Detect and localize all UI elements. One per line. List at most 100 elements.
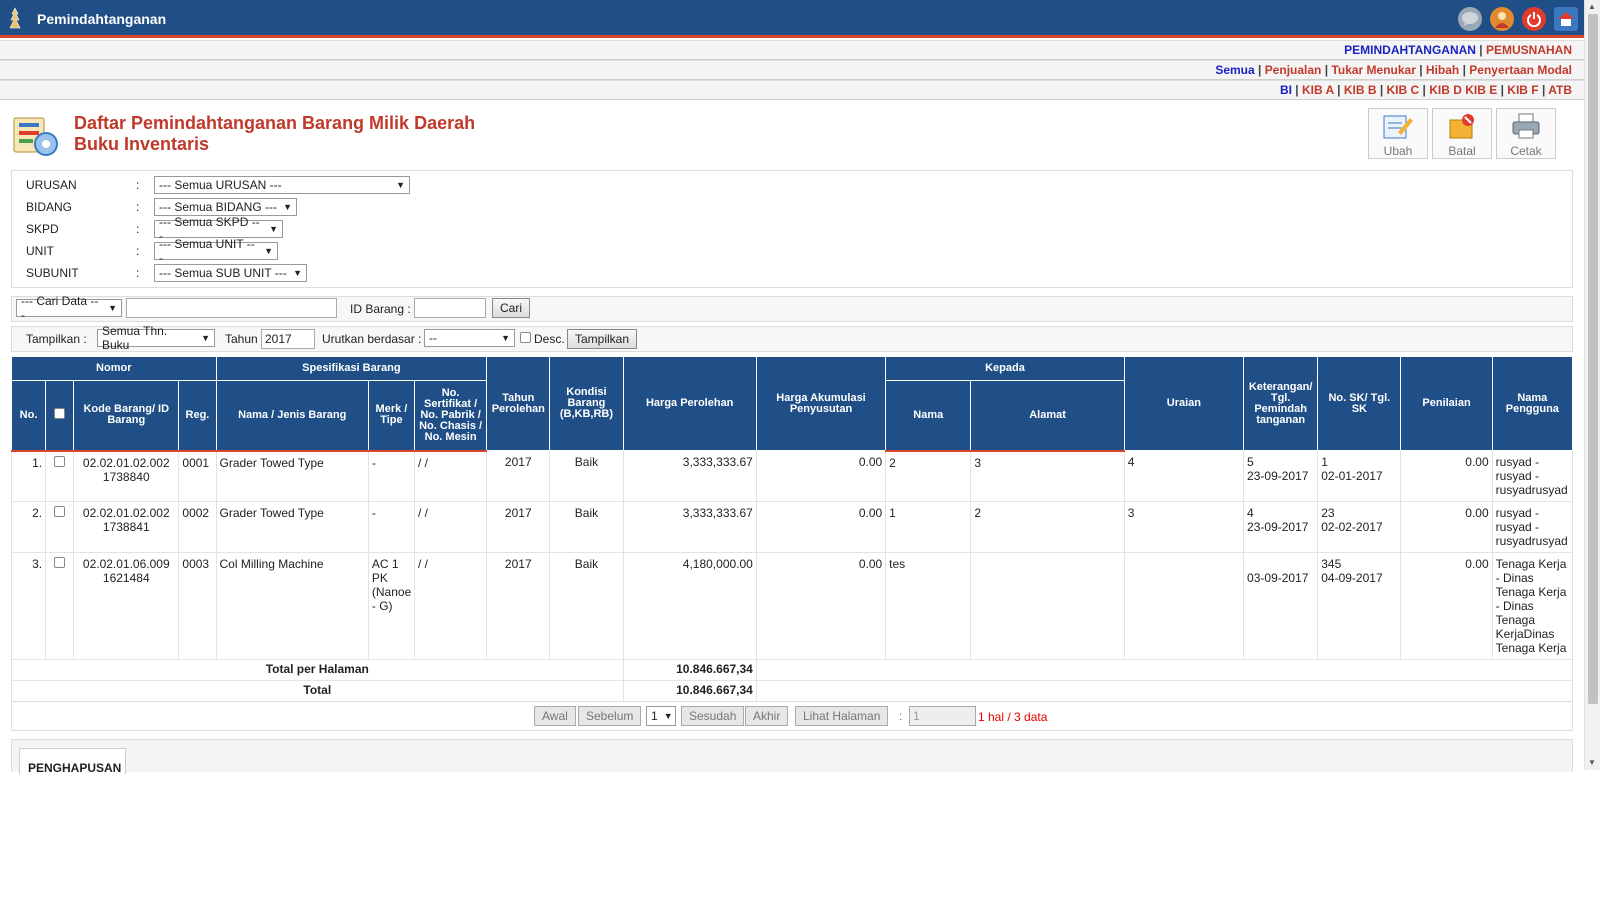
cell-kode: 02.02.01.02.002 1738841 (73, 501, 180, 553)
cell-no: 1. (10, 450, 47, 502)
row-checkbox[interactable] (54, 506, 66, 517)
tahun-input[interactable]: 2017 (261, 329, 315, 349)
nav-kib-c[interactable]: KIB C (1387, 83, 1420, 97)
power-icon[interactable] (1522, 7, 1546, 31)
cell-keterangan: 03-09-2017 (1243, 552, 1319, 660)
unit-label: UNIT (26, 244, 54, 258)
col-sertifikat: No. Sertifikat / No. Pabrik / No. Chasis… (413, 380, 488, 452)
cell-uraian: 4 (1123, 450, 1245, 502)
cell-reg: 0001 (178, 450, 217, 502)
cell-checkbox (45, 552, 75, 660)
nav-type: Semua | Penjualan | Tukar Menukar | Hiba… (0, 60, 1584, 80)
search-input[interactable] (126, 298, 337, 318)
cell-keterangan: 5 23-09-2017 (1243, 450, 1319, 502)
next-page-button[interactable]: Sesudah (681, 706, 745, 726)
nav-kib-a[interactable]: KIB A (1302, 83, 1334, 97)
nav-pemusnahan[interactable]: PEMUSNAHAN (1486, 43, 1572, 57)
col-group-kepada: Kepada (885, 356, 1125, 381)
last-page-button[interactable]: Akhir (745, 706, 789, 726)
nav-pemindahtanganan[interactable]: PEMINDAHTANGANAN (1344, 43, 1476, 57)
chevron-down-icon: ▼ (264, 246, 273, 256)
cell-kondisi: Baik (549, 552, 624, 660)
search-button[interactable]: Cari (492, 298, 531, 318)
top-header: Pemindahtanganan (0, 0, 1584, 38)
subunit-label: SUBUNIT (26, 266, 79, 280)
urusan-select[interactable]: --- Semua URUSAN --- ▼ (154, 176, 410, 194)
nav-atb[interactable]: ATB (1548, 83, 1572, 97)
row-checkbox[interactable] (54, 557, 66, 568)
chevron-down-icon: ▼ (501, 333, 510, 343)
col-penilaian: Penilaian (1400, 356, 1493, 451)
user-icon[interactable] (1490, 7, 1514, 31)
nav-hibah[interactable]: Hibah (1426, 63, 1459, 77)
show-button[interactable]: Tampilkan (567, 329, 638, 349)
nav-bi[interactable]: BI (1280, 83, 1292, 97)
sort-select[interactable]: -- ▼ (424, 329, 515, 347)
search-field-select[interactable]: --- Cari Data --- ▼ (16, 294, 122, 322)
total-row: Total 10.846.667,34 (11, 680, 1574, 702)
scroll-down-icon[interactable]: ▼ (1588, 758, 1596, 767)
cell-akumulasi: 0.00 (755, 501, 887, 553)
page-scrollbar[interactable]: ▲ ▼ (1584, 0, 1600, 770)
col-sk: No. SK/ Tgl. SK (1317, 356, 1402, 451)
total-page-value: 10.846.667,34 (622, 659, 757, 681)
chevron-down-icon: ▼ (293, 268, 302, 278)
nav-kib-f[interactable]: KIB F (1507, 83, 1538, 97)
col-kepada-nama: Nama (885, 380, 972, 452)
select-all-checkbox[interactable] (54, 408, 66, 420)
scrollbar-thumb[interactable] (1588, 14, 1598, 704)
chevron-down-icon: ▼ (201, 333, 210, 343)
cell-reg: 0002 (178, 501, 217, 553)
total-value: 10.846.667,34 (622, 680, 757, 702)
cancel-icon (1449, 114, 1474, 139)
nav-kib-e[interactable]: KIB E (1465, 83, 1497, 97)
col-tahun: Tahun Perolehan (486, 356, 551, 451)
nav-kib-d[interactable]: KIB D (1429, 83, 1462, 97)
table-row[interactable]: 3. 02.02.01.06.009 1621484 0003 Col Mill… (10, 552, 1574, 660)
col-no: No. (10, 380, 47, 452)
cell-akumulasi: 0.00 (755, 450, 887, 502)
id-barang-input[interactable] (414, 298, 486, 318)
cell-keterangan: 4 23-09-2017 (1243, 501, 1319, 553)
subunit-select[interactable]: --- Semua SUB UNIT --- ▼ (154, 264, 307, 282)
scroll-up-icon[interactable]: ▲ (1588, 2, 1596, 11)
row-checkbox[interactable] (54, 455, 66, 467)
col-reg: Reg. (178, 380, 217, 452)
table-row[interactable]: 1. 02.02.01.02.002 1738840 0001 Grader T… (10, 450, 1574, 502)
col-select-all (45, 380, 75, 452)
chevron-down-icon: ▼ (108, 303, 117, 313)
cell-kondisi: Baik (549, 501, 624, 553)
cell-nama: Grader Towed Type (215, 501, 369, 553)
page-select[interactable]: 1 ▼ (646, 706, 676, 726)
first-page-button[interactable]: Awal (534, 706, 576, 726)
unit-select[interactable]: --- Semua UNIT --- ▼ (154, 237, 278, 265)
tahun-label: Tahun (225, 332, 258, 346)
nav-kib-b[interactable]: KIB B (1344, 83, 1377, 97)
cell-sertifikat: / / (413, 501, 488, 553)
tab-penghapusan[interactable]: PENGHAPUSAN (19, 748, 126, 774)
view-page-button[interactable]: Lihat Halaman (795, 706, 889, 726)
nav-semua[interactable]: Semua (1215, 63, 1254, 77)
cancel-button[interactable]: Batal (1432, 108, 1492, 159)
display-label: Tampilkan : (26, 332, 87, 346)
table-row[interactable]: 2. 02.02.01.02.002 1738841 0002 Grader T… (10, 501, 1574, 553)
cancel-label: Batal (1448, 144, 1476, 158)
chat-icon[interactable] (1458, 7, 1482, 31)
nav-kib: BI | KIB A | KIB B | KIB C | KIB D KIB E… (0, 80, 1584, 100)
cell-pengguna: rusyad - rusyad - rusyadrusyad (1491, 450, 1574, 502)
page-input[interactable]: 1 (909, 706, 976, 726)
home-icon[interactable] (1554, 7, 1578, 31)
nav-tukar-menukar[interactable]: Tukar Menukar (1331, 63, 1415, 77)
desc-checkbox[interactable] (520, 332, 531, 343)
bidang-select[interactable]: --- Semua BIDANG --- ▼ (154, 198, 297, 216)
skpd-select[interactable]: --- Semua SKPD --- ▼ (154, 215, 283, 243)
col-kondisi: Kondisi Barang (B,KB,RB) (549, 356, 624, 451)
nav-penyertaan-modal[interactable]: Penyertaan Modal (1469, 63, 1572, 77)
print-button[interactable]: Cetak (1496, 108, 1556, 159)
book-year-select[interactable]: Semua Thn. Buku ▼ (97, 324, 215, 352)
prev-page-button[interactable]: Sebelum (578, 706, 642, 726)
cell-sertifikat: / / (413, 450, 488, 502)
toolbar: Ubah Batal Cetak (1368, 108, 1556, 159)
nav-penjualan[interactable]: Penjualan (1265, 63, 1322, 77)
edit-button[interactable]: Ubah (1368, 108, 1428, 159)
